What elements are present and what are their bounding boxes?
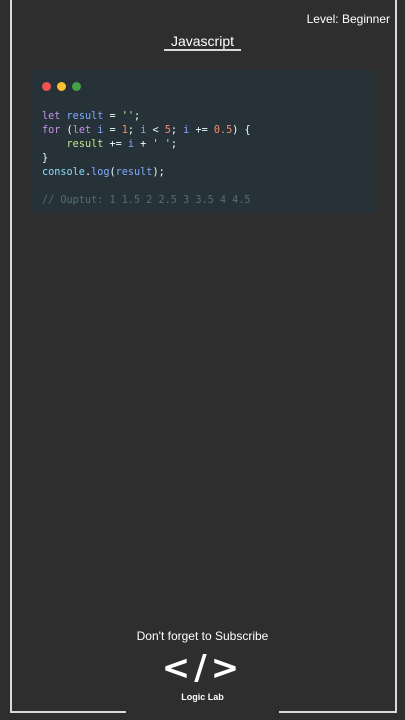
code-token: += xyxy=(189,125,214,136)
frame-left-line xyxy=(10,0,12,712)
code-token: ; xyxy=(134,111,141,122)
code-token: result xyxy=(115,167,153,178)
frame-bottom-right-line xyxy=(279,711,397,713)
code-token: result xyxy=(66,111,104,122)
code-token: + xyxy=(134,139,153,150)
code-line: console.log(result); xyxy=(42,166,251,180)
code-window: let result = ''; for (let i = 1; i < 5; i… xyxy=(31,70,375,213)
code-token: < xyxy=(146,125,165,136)
code-token: let xyxy=(42,111,61,122)
frame-right-line xyxy=(395,0,397,712)
code-token: log xyxy=(91,167,110,178)
code-token: ) { xyxy=(232,125,251,136)
code-token: result xyxy=(66,139,104,150)
subscribe-text: Don't forget to Subscribe xyxy=(136,629,269,643)
code-token: console xyxy=(42,167,85,178)
code-token: let xyxy=(72,125,92,136)
code-token: ); xyxy=(152,167,165,178)
logo-code-icon: </> xyxy=(161,648,244,688)
frame-bottom-left-line xyxy=(10,711,126,713)
page-title: Javascript xyxy=(170,33,235,49)
code-token: ; xyxy=(170,139,177,150)
code-token: '' xyxy=(121,111,135,122)
code-block: let result = ''; for (let i = 1; i < 5; i… xyxy=(42,110,251,208)
code-token: // Ouptut: 1 1.5 2 2.5 3 3.5 4 4.5 xyxy=(42,195,251,206)
window-maximize-dot-icon xyxy=(72,82,81,91)
code-token: ; xyxy=(127,125,141,136)
window-minimize-dot-icon xyxy=(57,82,66,91)
code-token: ; xyxy=(170,125,184,136)
code-line: for (let i = 1; i < 5; i += 0.5) { xyxy=(42,124,251,138)
page: Level: Beginner Javascript let result = … xyxy=(0,0,405,720)
code-token: } xyxy=(42,153,49,164)
window-close-dot-icon xyxy=(42,82,51,91)
code-token: ( xyxy=(60,125,73,136)
code-token: for xyxy=(42,125,61,136)
code-line: let result = ''; xyxy=(42,110,251,124)
code-line: } xyxy=(42,152,251,166)
code-token: = xyxy=(103,125,122,136)
code-line: // Ouptut: 1 1.5 2 2.5 3 3.5 4 4.5 xyxy=(42,194,251,208)
code-line: result += i + ' '; xyxy=(42,138,251,152)
level-label: Level: Beginner xyxy=(306,12,390,26)
code-token: += xyxy=(103,139,128,150)
title-underline xyxy=(164,49,241,51)
logo-text: Logic Lab xyxy=(181,692,224,702)
code-token: 0.5 xyxy=(213,125,233,136)
code-token: ' ' xyxy=(152,139,171,150)
code-token: = xyxy=(103,111,122,122)
